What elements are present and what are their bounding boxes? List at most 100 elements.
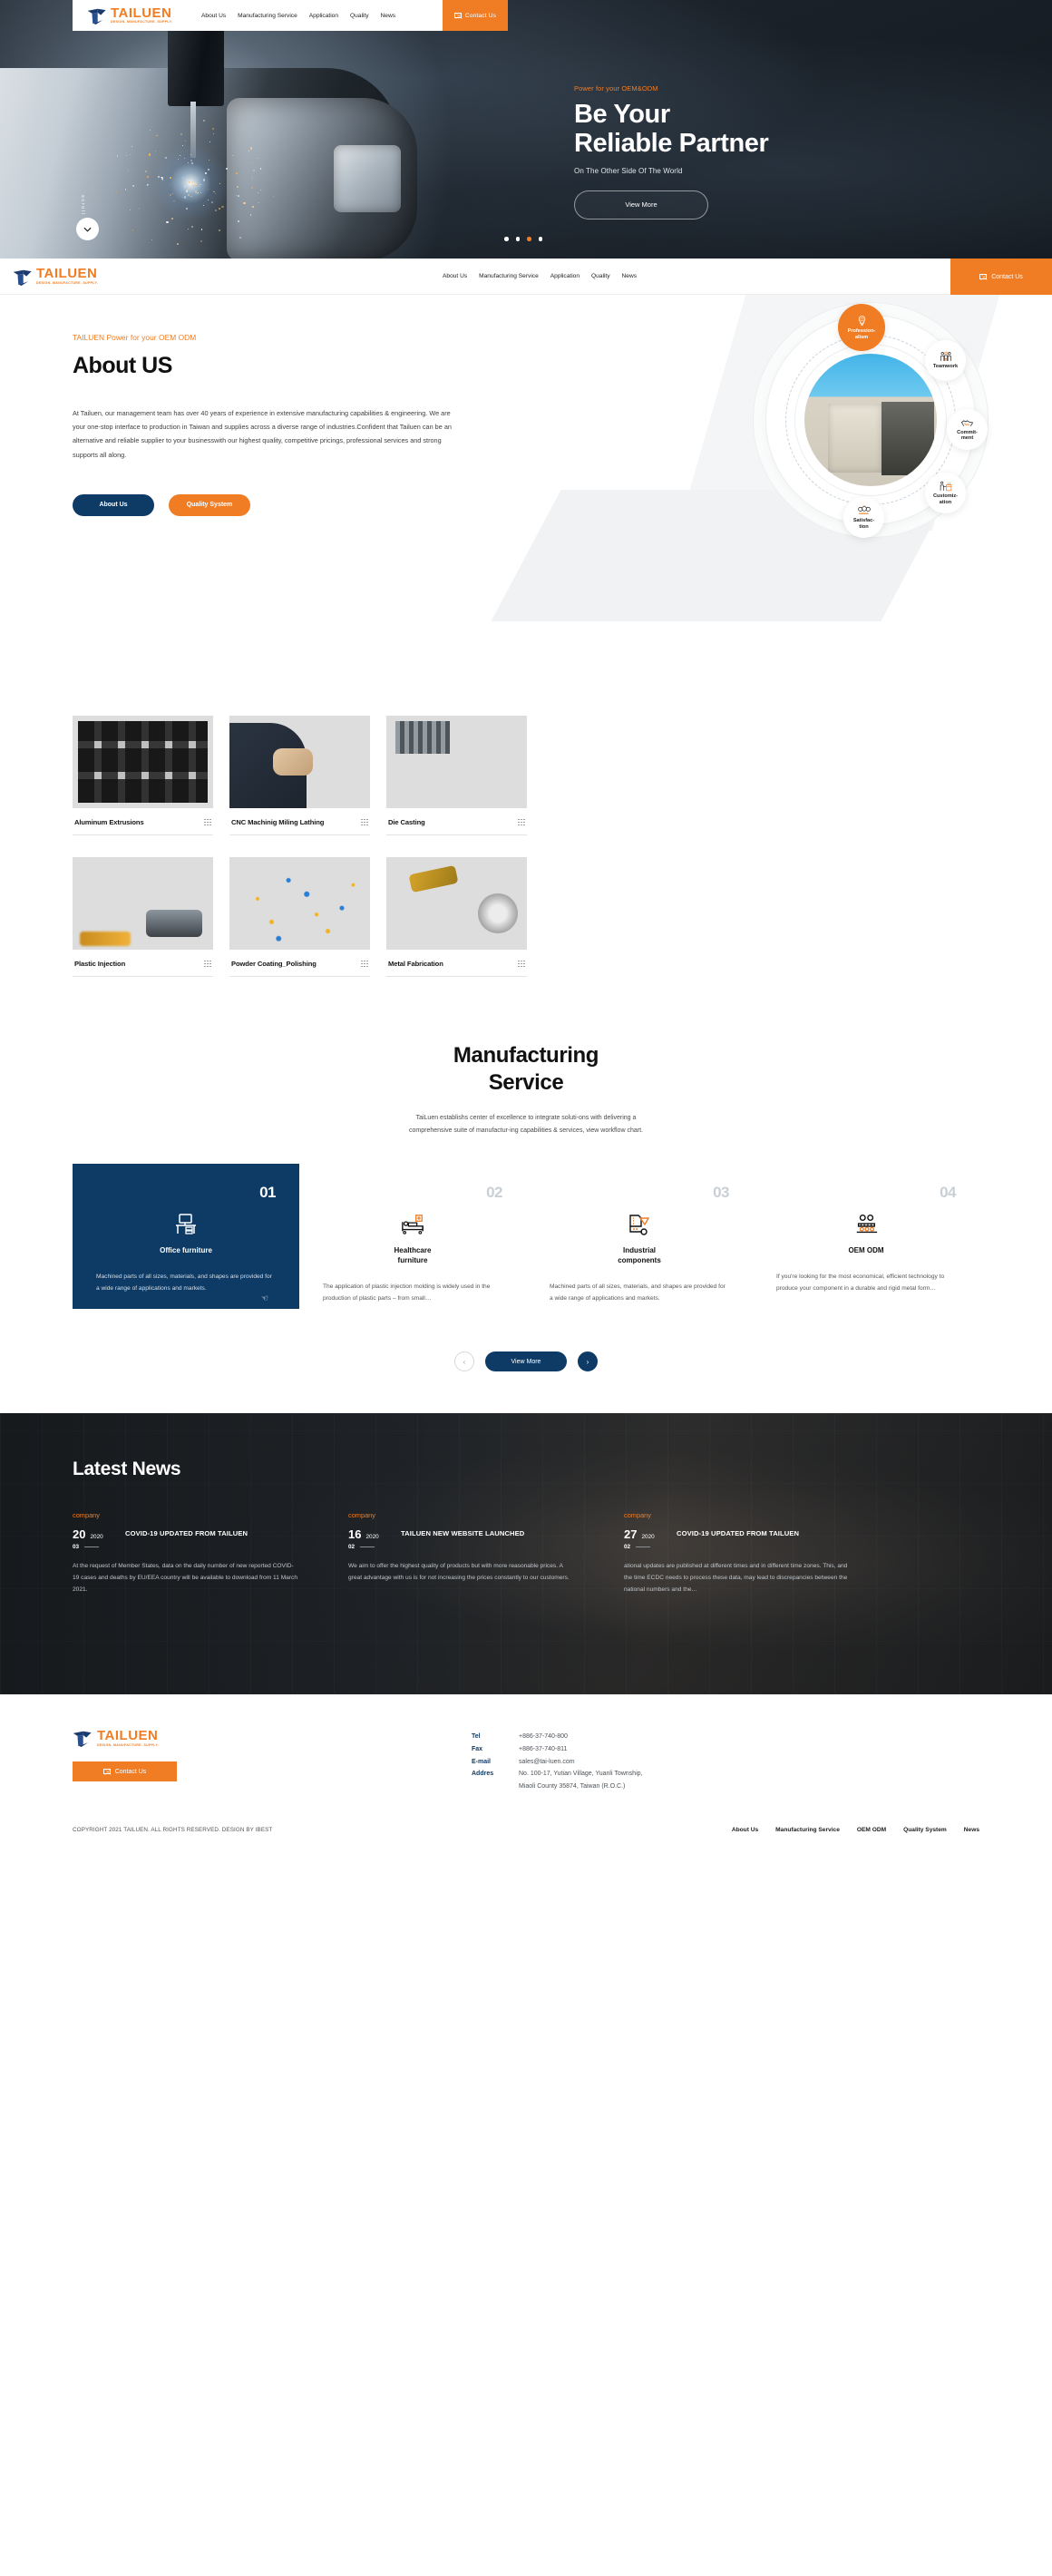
- product-card[interactable]: CNC Machinig Miling Lathing: [229, 716, 370, 835]
- latest-news-section: Latest News company 20 2020 03 COVID-19 …: [0, 1413, 1052, 1694]
- service-prev-button[interactable]: ‹: [454, 1351, 474, 1371]
- about-section: TAILUEN Power for your OEM ODM About US …: [0, 295, 1052, 712]
- news-item[interactable]: company 20 2020 03 COVID-19 UPDATED FROM…: [73, 1511, 297, 1596]
- hero-title-line-2: Reliable Partner: [574, 129, 768, 158]
- nav-item-about-us[interactable]: About Us: [201, 13, 226, 19]
- sticky-nav-item-quality[interactable]: Quality: [591, 273, 610, 279]
- footer-contact-us-button[interactable]: Contact Us: [73, 1761, 177, 1781]
- footer-contact-value[interactable]: sales@tai-luen.com: [519, 1756, 575, 1769]
- news-columns: company 20 2020 03 COVID-19 UPDATED FROM…: [73, 1511, 979, 1596]
- footer-contact-us-label: Contact Us: [115, 1769, 147, 1775]
- hero-copy: Power for your OEM&ODM Be Your Reliable …: [574, 84, 768, 220]
- service-next-button[interactable]: ›: [578, 1351, 598, 1371]
- nav-item-quality[interactable]: Quality: [350, 13, 369, 19]
- footer-link-oem-odm[interactable]: OEM ODM: [857, 1827, 886, 1833]
- service-card-healthcare-furniture[interactable]: 02 Healthcare furniture The application o…: [299, 1164, 526, 1321]
- hero-slider-dot-3[interactable]: [527, 237, 531, 241]
- product-image: [73, 857, 213, 950]
- hero-title-line-1: Be Your: [574, 100, 768, 129]
- service-card-oem-odm[interactable]: 04 OEM ODM If you're looking for the mos…: [753, 1164, 979, 1321]
- sticky-site-logo[interactable]: TAILUEN DESIGN. MANUFACTURE. SUPPLY.: [0, 267, 98, 285]
- service-card-desc: The application of plastic injection mol…: [323, 1281, 502, 1304]
- nav-item-manufacturing-service[interactable]: Manufacturing Service: [238, 13, 297, 19]
- product-card[interactable]: Aluminum Extrusions: [73, 716, 213, 835]
- service-card-number: 04: [776, 1184, 956, 1202]
- footer-logo[interactable]: TAILUEN DESIGN. MANUFACTURE. SUPPLY.: [73, 1729, 472, 1747]
- news-item[interactable]: company 27 2020 02 COVID-19 UPDATED FROM…: [624, 1511, 849, 1596]
- sticky-nav-item-news[interactable]: News: [622, 273, 638, 279]
- news-body: We aim to offer the highest quality of p…: [348, 1561, 573, 1585]
- envelope-icon: [454, 13, 462, 18]
- grid-dots-icon[interactable]: [361, 961, 368, 968]
- manufacturing-service-section: Manufacturing Service TaiLuen establishs…: [0, 999, 1052, 1413]
- hero-slider-dot-2[interactable]: [516, 237, 521, 241]
- sticky-nav-item-application[interactable]: Application: [550, 273, 580, 279]
- sticky-nav-item-about-us[interactable]: About Us: [443, 273, 467, 279]
- footer-contact-row: Tel +886-37-740-800: [472, 1731, 979, 1743]
- news-title: TAILUEN NEW WEBSITE LAUNCHED: [401, 1528, 524, 1539]
- sticky-contact-us-button[interactable]: Contact Us: [950, 259, 1052, 295]
- service-card-icon-wrap: [776, 1209, 956, 1240]
- product-card[interactable]: Metal Fabrication: [386, 857, 527, 977]
- footer-contact-row: Addres No. 100-17, Yutian Village, Yuanl…: [472, 1768, 979, 1781]
- grid-dots-icon[interactable]: [204, 961, 211, 968]
- service-card-industrial-components[interactable]: 03 Industrial components Machined parts o…: [526, 1164, 753, 1321]
- scroll-down-button[interactable]: [76, 218, 99, 240]
- nav-item-news[interactable]: News: [381, 13, 396, 19]
- logo-wordmark: TAILUEN: [111, 6, 172, 20]
- footer-link-manufacturing-service[interactable]: Manufacturing Service: [775, 1827, 840, 1833]
- product-name: Aluminum Extrusions: [74, 818, 144, 826]
- footer-link-quality-system[interactable]: Quality System: [903, 1827, 947, 1833]
- service-card-desc: If you're looking for the most economica…: [776, 1271, 956, 1294]
- quality-system-button[interactable]: Quality System: [169, 494, 250, 516]
- envelope-icon: [103, 1769, 111, 1774]
- tailuen-logo-mark: [87, 8, 107, 24]
- footer-link-news[interactable]: News: [964, 1827, 979, 1833]
- about-us-button[interactable]: About Us: [73, 494, 154, 516]
- assembly-line-icon: [853, 1214, 879, 1235]
- service-card-desc: Machined parts of all sizes, materials, …: [550, 1281, 729, 1304]
- news-item[interactable]: company 16 2020 02 TAILUEN NEW WEBSITE L…: [348, 1511, 573, 1596]
- product-gallery-section: Aluminum Extrusions CNC Machinig Miling …: [73, 712, 979, 977]
- nav-item-application[interactable]: Application: [309, 13, 338, 19]
- value-bubble-customization[interactable]: Customiz-ation: [925, 473, 966, 513]
- handshake-icon: [960, 418, 974, 428]
- footer-contact-value: +886-37-740-811: [519, 1743, 567, 1756]
- grid-dots-icon[interactable]: [518, 819, 525, 826]
- service-card-icon-wrap: [96, 1209, 276, 1240]
- envelope-icon: [979, 274, 987, 279]
- news-month: 02: [348, 1544, 355, 1550]
- customization-icon: [940, 481, 952, 492]
- value-bubble-professionalism[interactable]: Profession-alism: [838, 304, 885, 351]
- grid-dots-icon[interactable]: [204, 819, 211, 826]
- tailuen-logo-mark: [73, 1731, 93, 1747]
- service-card-office-furniture[interactable]: 01 Office furniture Machined parts of al…: [73, 1164, 299, 1309]
- value-bubble-commitment[interactable]: Commit-ment: [947, 409, 988, 450]
- tailuen-logo-mark: [13, 269, 33, 286]
- footer-contact-key: E-mail: [472, 1756, 519, 1769]
- product-card[interactable]: Plastic Injection: [73, 857, 213, 977]
- grid-dots-icon[interactable]: [361, 819, 368, 826]
- service-card-number: 03: [550, 1184, 729, 1202]
- header-contact-us-button[interactable]: Contact Us: [443, 0, 508, 31]
- service-view-more-button[interactable]: View More: [485, 1351, 567, 1371]
- site-logo[interactable]: TAILUEN DESIGN. MANUFACTURE. SUPPLY.: [73, 6, 172, 24]
- service-card-desc: Machined parts of all sizes, materials, …: [96, 1271, 276, 1294]
- sticky-logo-wordmark: TAILUEN: [36, 267, 98, 280]
- news-tag: company: [73, 1511, 297, 1519]
- hero-view-more-button[interactable]: View More: [574, 190, 708, 220]
- site-footer: TAILUEN DESIGN. MANUFACTURE. SUPPLY. Con…: [0, 1694, 1052, 1853]
- grid-dots-icon[interactable]: [518, 961, 525, 968]
- value-bubble-satisfaction[interactable]: Satisfac-tion: [843, 497, 884, 538]
- footer-contact-value: Miaoli County 35874, Taiwan (R.O.C.): [519, 1781, 625, 1793]
- product-card[interactable]: Die Casting: [386, 716, 527, 835]
- hero-slider-dot-4[interactable]: [539, 237, 543, 241]
- hero-tool-graphic: [190, 102, 196, 158]
- product-card[interactable]: Powder Coating_Polishing: [229, 857, 370, 977]
- footer-link-about-us[interactable]: About Us: [732, 1827, 758, 1833]
- value-bubble-teamwork[interactable]: Teamwork: [925, 340, 966, 381]
- hero-section: TAILUEN DESIGN. MANUFACTURE. SUPPLY. Abo…: [0, 0, 1052, 259]
- product-image: [229, 716, 370, 808]
- sticky-nav-item-manufacturing-service[interactable]: Manufacturing Service: [479, 273, 539, 279]
- hero-slider-dot-1[interactable]: [504, 237, 509, 241]
